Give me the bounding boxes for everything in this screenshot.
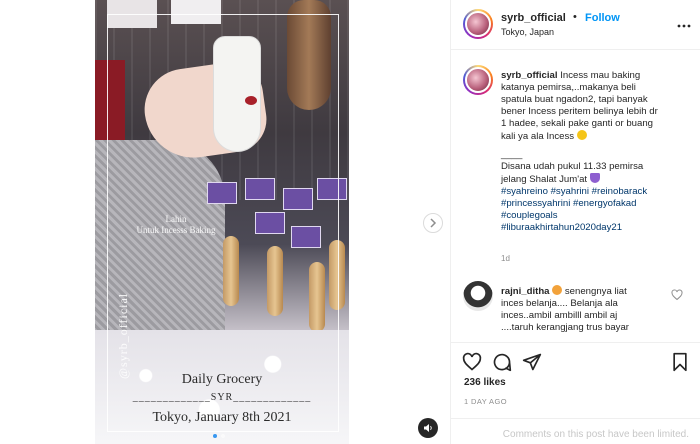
overlay-label-line: Lahin <box>165 214 187 224</box>
comments-limited-notice: Comments on this post have been limited. <box>502 429 689 440</box>
action-bar <box>451 342 700 378</box>
comment-button[interactable] <box>491 351 513 373</box>
smiling-emoji-icon <box>552 285 563 295</box>
caption-divider: ____ <box>501 149 523 160</box>
like-button[interactable] <box>461 351 483 373</box>
chevron-right-icon <box>430 218 437 228</box>
share-button[interactable] <box>521 351 543 373</box>
photo-overlay-label: Lahin Untuk Incesss Baking <box>131 214 221 236</box>
likes-count[interactable]: 236 likes <box>464 377 506 388</box>
post-media-pane: Lahin Untuk Incesss Baking @syrb_officia… <box>0 0 450 444</box>
post-timestamp[interactable]: 1 DAY AGO <box>464 397 507 406</box>
caption-line: bener Incess peritem belinya lebih dr <box>501 106 658 117</box>
comment-like-button[interactable] <box>671 288 683 301</box>
caption-text: Incess mau baking <box>560 70 641 81</box>
carousel-dot[interactable] <box>221 434 225 438</box>
avatar[interactable] <box>463 9 493 39</box>
comment: rajni_ditha senengnya liat inces belanja… <box>501 285 671 334</box>
post-header: syrb_official • Follow Tokyo, Japan <box>451 0 700 50</box>
save-button[interactable] <box>669 351 691 373</box>
caption-note: jelang Shalat Jum'at <box>501 173 689 186</box>
post-caption: syrb_official Incess mau baking katanya … <box>501 70 689 234</box>
carousel-dot[interactable] <box>213 434 217 438</box>
post-side-panel: syrb_official • Follow Tokyo, Japan syrb… <box>450 0 700 444</box>
caption-line: spatula buat ngadon2, tapi banyak <box>501 94 648 105</box>
follow-button[interactable]: Follow <box>585 12 620 24</box>
avatar-image <box>465 11 491 37</box>
comments-section[interactable]: syrb_official Incess mau baking katanya … <box>451 50 700 342</box>
hashtag-line[interactable]: #princessyahrini #energyofakad <box>501 198 689 210</box>
caption-time-ago[interactable]: 1d <box>501 254 510 263</box>
username-link[interactable]: syrb_official <box>501 12 566 24</box>
more-horizontal-icon <box>677 24 691 28</box>
photo-caption-line: _____________SYR_____________ <box>132 392 312 403</box>
comment-text: inces..ambil ambilll ambil aj <box>501 310 618 321</box>
comment-footer: Comments on this post have been limited. <box>451 418 700 444</box>
hashtag-line[interactable]: #liburaakhirtahun2020day21 <box>501 222 689 234</box>
caption-line: 1 hadee, sekali pake ganti or buang <box>501 118 654 129</box>
sound-toggle-button[interactable] <box>418 418 438 438</box>
caption-line: syrb_official Incess mau baking <box>501 70 689 82</box>
photo-caption-title: Daily Grocery <box>181 372 263 387</box>
hashtag-line[interactable]: #syahreino #syahrini #reinobarack <box>501 186 689 198</box>
hashtag-line[interactable]: #couplegoals <box>501 210 689 222</box>
next-button[interactable] <box>423 213 443 233</box>
heart-icon <box>462 352 482 371</box>
caption-line: katanya pemirsa,..makanya beli <box>501 82 636 93</box>
post-photo[interactable]: Lahin Untuk Incesss Baking @syrb_officia… <box>95 0 349 444</box>
caption-line: kali ya ala Incess <box>501 130 689 143</box>
location-link[interactable]: Tokyo, Japan <box>501 27 554 37</box>
caption-note: Disana udah pukul 11.33 pemirsa <box>501 161 644 172</box>
carousel-dots <box>213 434 225 438</box>
heart-icon <box>671 289 683 301</box>
vertical-handle-text: @syrb_official <box>116 292 130 379</box>
comment-text: ....taruh kerangjang trus bayar <box>501 322 629 333</box>
purple-heart-emoji-icon <box>589 173 600 183</box>
comment-username[interactable]: rajni_ditha <box>501 286 550 297</box>
caption-note-text: jelang Shalat Jum'at <box>501 174 588 185</box>
photo-caption-date: Tokyo, January 8th 2021 <box>152 410 292 425</box>
avatar[interactable] <box>463 281 493 311</box>
more-options-button[interactable] <box>677 15 691 31</box>
overlay-label-line: Untuk Incesss Baking <box>136 225 216 235</box>
bookmark-icon <box>673 352 687 372</box>
speaker-icon <box>424 424 432 432</box>
comment-icon <box>493 353 512 372</box>
send-icon <box>522 353 542 371</box>
avatar-image <box>465 67 491 93</box>
separator-dot: • <box>573 11 577 23</box>
caption-username[interactable]: syrb_official <box>501 70 558 81</box>
caption-text: kali ya ala Incess <box>501 131 575 142</box>
wink-emoji-icon <box>576 130 587 140</box>
avatar[interactable] <box>463 65 493 95</box>
comment-text: senengnya liat <box>564 286 627 297</box>
comment-text: inces belanja.... Belanja ala <box>501 298 618 309</box>
